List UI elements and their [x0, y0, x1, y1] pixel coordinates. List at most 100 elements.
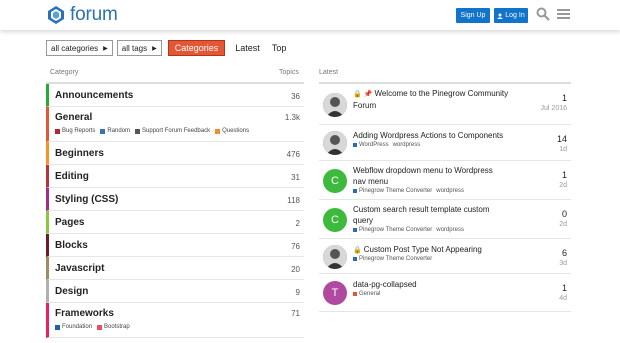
topic-category-label: General	[359, 291, 381, 297]
category-row[interactable]: Frameworks 71 Foundation Bootstrap	[46, 303, 304, 338]
topic-meta: Pinegrow Theme Converter wordpress	[353, 188, 464, 194]
topic-title-link[interactable]: Custom search result template custom quer…	[353, 204, 533, 226]
subcategory-label: Support Forum Feedback	[142, 128, 211, 134]
category-color-badge	[353, 143, 357, 147]
tag-dropdown-label: all tags	[121, 43, 148, 53]
topic-category-link[interactable]: General	[353, 291, 380, 297]
category-row[interactable]: Pages 2	[46, 211, 304, 234]
category-row[interactable]: Styling (CSS) 118	[46, 188, 304, 211]
avatar-photo-icon	[323, 93, 347, 117]
topic-title: Custom search result template custom	[353, 205, 490, 214]
topic-tag[interactable]: wordpress	[393, 142, 421, 148]
topic-title-link[interactable]: Adding Wordpress Actions to Components	[353, 130, 533, 141]
topic-title-link[interactable]: data-pg-collapsed	[353, 279, 533, 290]
category-topic-count: 76	[291, 242, 300, 251]
category-row[interactable]: Design 9	[46, 280, 304, 303]
user-avatar[interactable]: T	[323, 281, 347, 305]
topic-post-count[interactable]: 14	[557, 134, 567, 144]
topic-category-link[interactable]: WordPress	[353, 142, 389, 148]
topic-row[interactable]: C Custom search result template custom que…	[319, 200, 571, 239]
topic-post-count[interactable]: 1	[562, 93, 567, 103]
topic-row[interactable]: 🔒 📌 Welcome to the Pinegrow Community Forum…	[319, 84, 571, 125]
topic-tag[interactable]: wordpress	[436, 188, 464, 194]
category-name[interactable]: Styling (CSS)	[55, 194, 118, 205]
user-avatar[interactable]	[323, 245, 347, 269]
login-label: Log In	[505, 12, 525, 19]
topic-title-link[interactable]: 🔒 Custom Post Type Not Appearing	[353, 244, 533, 256]
category-topic-count: 1.3k	[284, 113, 300, 122]
topic-row[interactable]: Tdata-pg-collapsed General 1 4d	[319, 274, 571, 312]
category-color-badge	[55, 128, 60, 134]
topic-post-count[interactable]: 6	[562, 248, 567, 258]
topic-title: data-pg-collapsed	[353, 280, 417, 289]
category-name[interactable]: Editing	[55, 171, 89, 182]
topic-activity-time[interactable]: 2d	[559, 221, 567, 228]
category-color-badge	[353, 228, 357, 232]
hamburger-menu-icon[interactable]	[557, 7, 570, 21]
category-row[interactable]: Beginners 476	[46, 142, 304, 165]
category-topic-count: 31	[291, 173, 300, 182]
site-logo[interactable]: forum	[46, 4, 118, 26]
category-row[interactable]: Javascript 20	[46, 257, 304, 280]
user-avatar[interactable]	[323, 131, 347, 155]
subcategory-link[interactable]: Support Forum Feedback	[135, 128, 210, 134]
signup-label: Sign Up	[460, 12, 486, 19]
topic-category-link[interactable]: Pinegrow Theme Converter	[353, 188, 432, 194]
topic-post-count[interactable]: 0	[562, 209, 567, 219]
topic-title: Webflow dropdown menu to Wordpress	[353, 166, 493, 175]
nav-categories[interactable]: Categories	[167, 40, 226, 56]
user-avatar[interactable]	[323, 93, 347, 117]
topic-row[interactable]: Adding Wordpress Actions to Components Wo…	[319, 125, 571, 161]
category-name[interactable]: Frameworks	[55, 308, 114, 319]
subcategory-link[interactable]: Questions	[215, 128, 249, 134]
category-color-badge	[135, 128, 141, 134]
topic-activity-time[interactable]: 4d	[559, 295, 567, 302]
topic-activity-time[interactable]: 1d	[559, 146, 567, 153]
nav-top[interactable]: Top	[266, 40, 293, 56]
topic-category-link[interactable]: Pinegrow Theme Converter	[353, 227, 432, 233]
topic-title-link[interactable]: Webflow dropdown menu to Wordpress nav me…	[353, 165, 533, 187]
subcategory-link[interactable]: Foundation	[55, 324, 92, 330]
topic-activity-time[interactable]: 2d	[559, 182, 567, 189]
category-name[interactable]: General	[55, 112, 92, 123]
topic-category-link[interactable]: Pinegrow Theme Converter	[353, 256, 432, 262]
search-icon[interactable]	[536, 7, 550, 21]
category-dropdown[interactable]: all categories ▶	[46, 40, 113, 56]
category-name[interactable]: Design	[55, 286, 88, 297]
nav-latest[interactable]: Latest	[229, 40, 266, 56]
filter-bar: all categories ▶ all tags ▶ Categories L…	[46, 40, 292, 56]
category-row[interactable]: Editing 31	[46, 165, 304, 188]
category-row[interactable]: Announcements 36	[46, 84, 304, 107]
subcategory-link[interactable]: Bug Reports	[55, 128, 95, 134]
topic-activity-time[interactable]: 3d	[559, 260, 567, 267]
category-name[interactable]: Announcements	[55, 90, 133, 101]
topic-post-count[interactable]: 1	[562, 283, 567, 293]
topic-activity-time[interactable]: Jul 2016	[541, 105, 567, 112]
subcategory-label: Random	[107, 128, 131, 134]
login-button[interactable]: Log In	[494, 8, 528, 23]
topic-meta: General	[353, 291, 380, 297]
topic-category-label: WordPress	[359, 142, 389, 148]
category-name[interactable]: Pages	[55, 217, 84, 228]
user-avatar[interactable]: C	[323, 169, 347, 193]
topic-row[interactable]: 🔒 Custom Post Type Not Appearing Pinegrow …	[319, 239, 571, 274]
topic-title-link[interactable]: 🔒 📌 Welcome to the Pinegrow Community Forum	[353, 88, 533, 111]
tag-dropdown[interactable]: all tags ▶	[116, 40, 162, 56]
topic-title: Custom Post Type Not Appearing	[363, 245, 482, 254]
category-name[interactable]: Beginners	[55, 148, 104, 159]
topic-title-line2: nav menu	[353, 177, 389, 186]
topic-category-label: Pinegrow Theme Converter	[359, 188, 433, 194]
signup-button[interactable]: Sign Up	[456, 8, 490, 23]
subcategory-link[interactable]: Random	[100, 128, 130, 134]
subcategory-link[interactable]: Bootstrap	[97, 324, 130, 330]
user-avatar[interactable]: C	[323, 208, 347, 232]
category-row[interactable]: Blocks 76	[46, 234, 304, 257]
category-name[interactable]: Blocks	[55, 240, 88, 251]
topic-title: Welcome to the Pinegrow Community	[374, 89, 509, 98]
topic-post-count[interactable]: 1	[562, 170, 567, 180]
category-row[interactable]: General 1.3k Bug Reports Random Support Foru…	[46, 107, 304, 142]
category-name[interactable]: Javascript	[55, 263, 104, 274]
topic-tag[interactable]: wordpress	[436, 227, 464, 233]
topic-row[interactable]: C Webflow dropdown menu to Wordpress nav m…	[319, 161, 571, 200]
subcategory-list: Foundation Bootstrap	[55, 324, 135, 330]
